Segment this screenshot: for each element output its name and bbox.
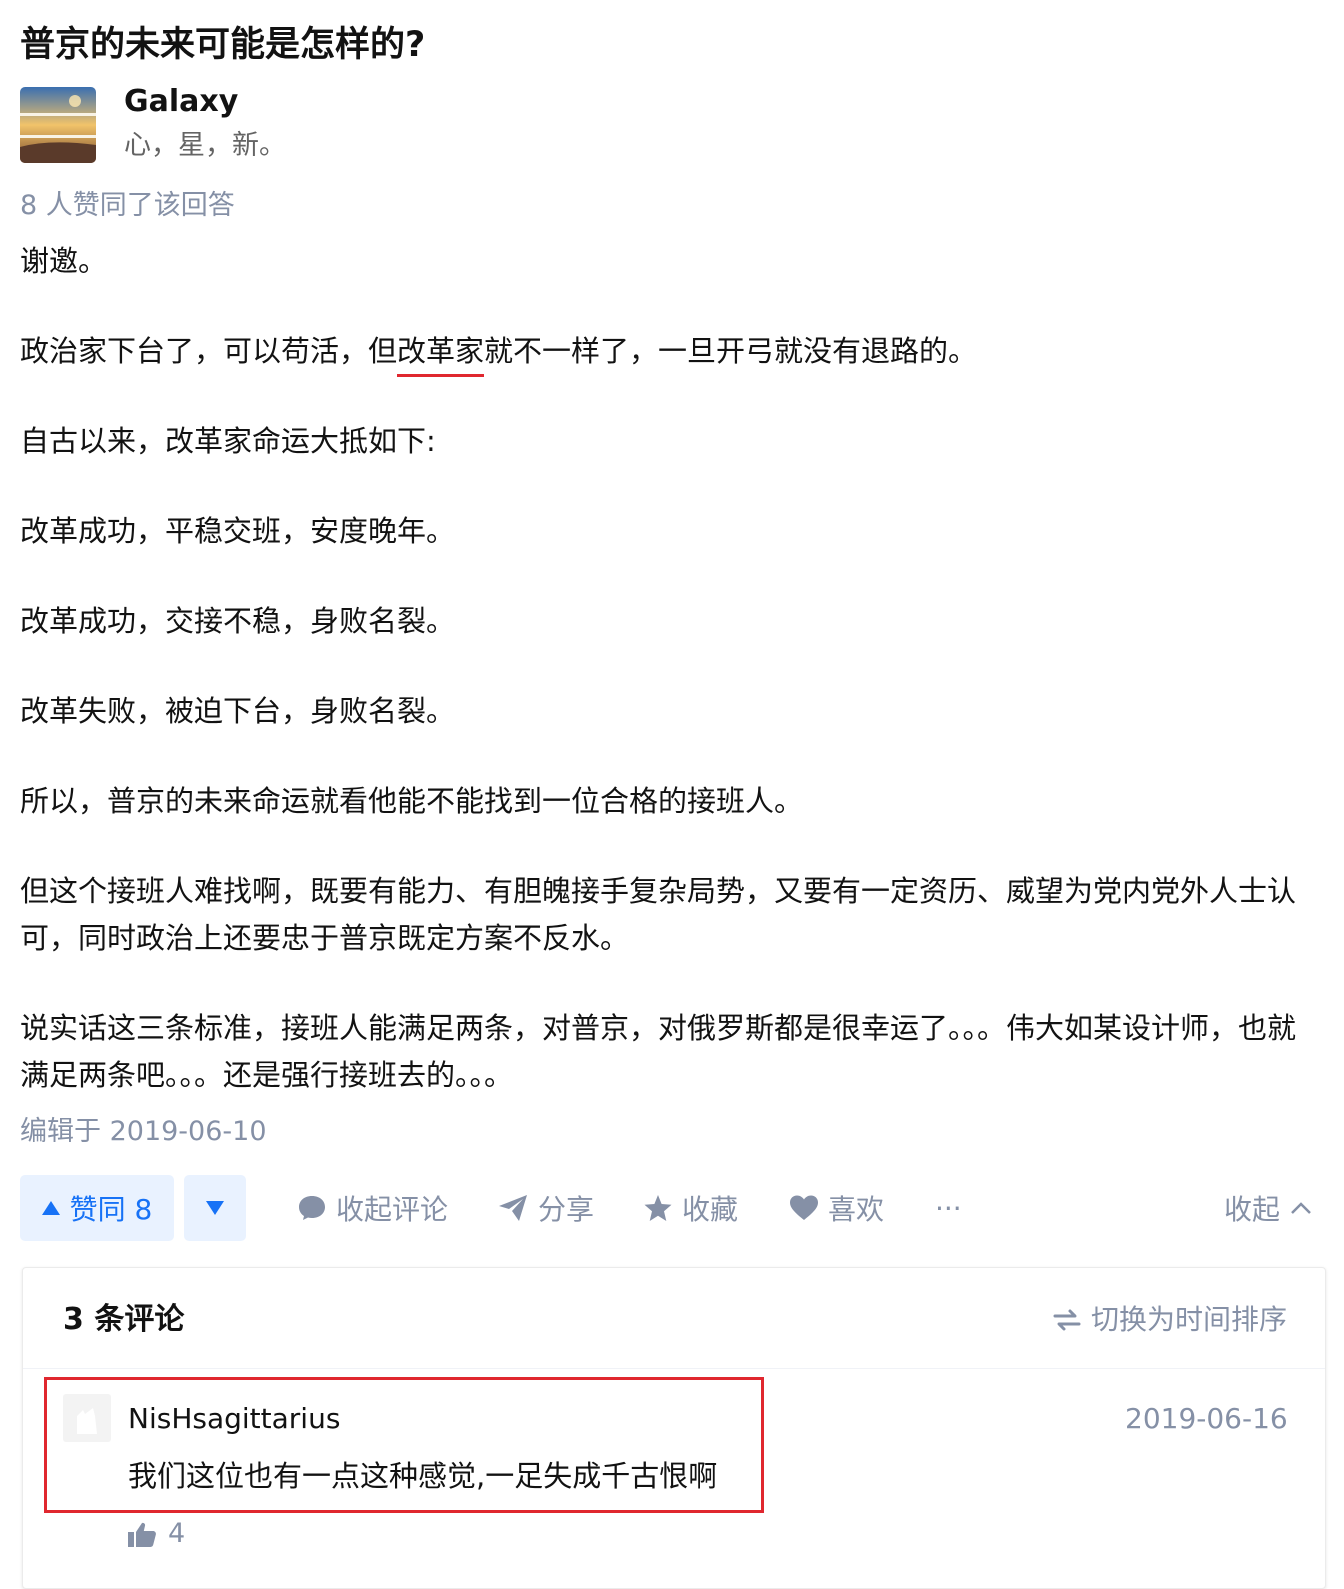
author-avatar[interactable] bbox=[20, 87, 96, 163]
paragraph: 自古以来，改革家命运大抵如下: bbox=[20, 424, 436, 458]
paragraph: 说实话这三条标准，接班人能满足两条，对普京，对俄罗斯都是很幸运了。。。伟大如某设… bbox=[20, 1011, 1297, 1092]
question-title[interactable]: 普京的未来可能是怎样的? bbox=[20, 22, 425, 68]
paragraph-text: 就不一样了，一旦开弓就没有退路的。 bbox=[484, 334, 978, 368]
like-label: 喜欢 bbox=[828, 1193, 885, 1226]
comment-highlight-box bbox=[44, 1377, 764, 1513]
paragraph-text: 政治家下台了，可以苟活，但 bbox=[20, 334, 398, 368]
comment-like-button[interactable]: 4 bbox=[128, 1516, 185, 1552]
comment-like-count: 4 bbox=[168, 1518, 186, 1549]
comment-date: 2019-06-16 bbox=[1125, 1402, 1288, 1435]
collapse-label: 收起 bbox=[1224, 1193, 1281, 1226]
paragraph: 政治家下台了，可以苟活，但改革家就不一样了，一旦开弓就没有退路的。 bbox=[20, 328, 1320, 377]
action-bar: 赞同 8 收起评论 分享 收藏 喜欢 ··· 收起 bbox=[20, 1175, 1320, 1241]
upvote-button[interactable]: 赞同 8 bbox=[20, 1175, 174, 1241]
collapse-comments-label: 收起评论 bbox=[336, 1193, 449, 1226]
upvote-label: 赞同 8 bbox=[69, 1193, 153, 1226]
paragraph: 谢邀。 bbox=[20, 244, 108, 278]
paragraph: 改革成功，交接不稳，身败名裂。 bbox=[20, 604, 456, 638]
star-icon bbox=[644, 1194, 672, 1221]
paragraph: 改革成功，平稳交班，安度晚年。 bbox=[20, 514, 456, 548]
author-name[interactable]: Galaxy bbox=[124, 82, 238, 122]
swap-icon bbox=[1053, 1309, 1081, 1331]
collapse-button[interactable]: 收起 bbox=[1224, 1175, 1312, 1241]
heart-icon bbox=[790, 1195, 818, 1220]
comments-count: 3 条评论 bbox=[63, 1302, 185, 1337]
answer-content: 谢邀。 政治家下台了，可以苟活，但改革家就不一样了，一旦开弓就没有退路的。 自古… bbox=[20, 238, 1320, 1142]
vote-summary: 8 人赞同了该回答 bbox=[20, 190, 235, 221]
share-button[interactable]: 分享 bbox=[498, 1175, 594, 1241]
collapse-comments-button[interactable]: 收起评论 bbox=[298, 1175, 448, 1241]
triangle-down-icon bbox=[206, 1201, 224, 1215]
chevron-up-icon bbox=[1291, 1202, 1311, 1214]
share-label: 分享 bbox=[538, 1193, 595, 1226]
more-button[interactable]: ··· bbox=[935, 1175, 962, 1241]
favorite-label: 收藏 bbox=[682, 1193, 739, 1226]
paragraph: 改革失败，被迫下台，身败名裂。 bbox=[20, 694, 456, 728]
paragraph: 但这个接班人难找啊，既要有能力、有胆魄接手复杂局势，又要有一定资历、威望为党内党… bbox=[20, 874, 1297, 955]
favorite-button[interactable]: 收藏 bbox=[644, 1175, 738, 1241]
paragraph: 所以，普京的未来命运就看他能不能找到一位合格的接班人。 bbox=[20, 784, 804, 818]
more-icon: ··· bbox=[935, 1191, 962, 1225]
comment-icon bbox=[299, 1196, 325, 1220]
author-bio: 心，星，新。 bbox=[124, 130, 286, 161]
downvote-button[interactable] bbox=[184, 1175, 246, 1241]
comments-header: 3 条评论 切换为时间排序 bbox=[23, 1268, 1325, 1369]
triangle-up-icon bbox=[41, 1201, 60, 1215]
sort-toggle-button[interactable]: 切换为时间排序 bbox=[1053, 1300, 1287, 1340]
edit-time[interactable]: 编辑于 2019-06-10 bbox=[20, 1112, 267, 1152]
keyword-link[interactable]: 改革家 bbox=[397, 334, 485, 377]
thumbs-up-icon bbox=[128, 1522, 156, 1547]
like-button[interactable]: 喜欢 bbox=[790, 1175, 884, 1241]
paper-plane-icon bbox=[499, 1195, 527, 1221]
sort-toggle-label: 切换为时间排序 bbox=[1090, 1303, 1287, 1336]
